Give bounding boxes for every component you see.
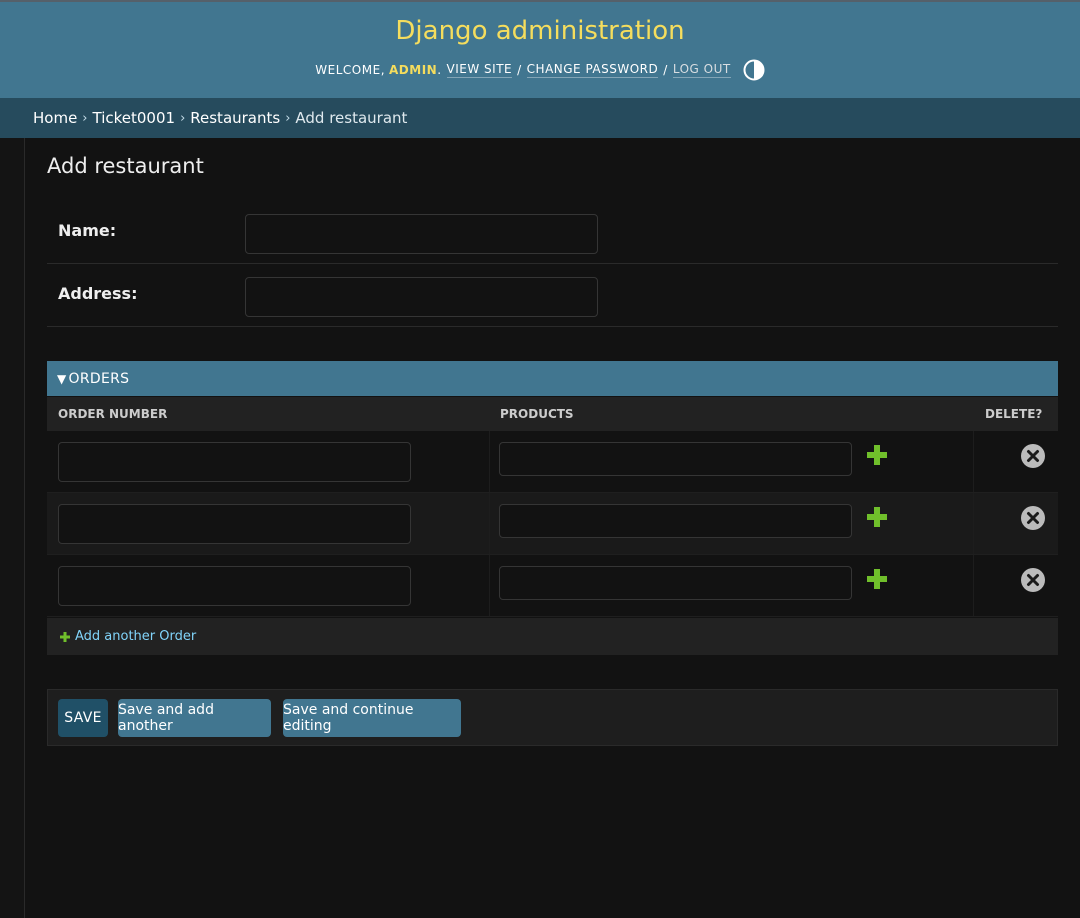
address-label: Address: — [58, 284, 138, 303]
save-and-continue-editing-button[interactable]: Save and continue editing — [283, 699, 461, 737]
delete-row-button[interactable] — [1020, 567, 1046, 593]
inline-group-title: ORDERS — [68, 370, 130, 387]
column-divider — [489, 431, 490, 492]
breadcrumb-separator: › — [82, 110, 88, 126]
breadcrumb-separator: › — [285, 110, 291, 126]
contrast-half-circle-icon — [743, 59, 765, 81]
table-row — [47, 431, 1058, 493]
plus-icon — [867, 445, 887, 465]
save-button[interactable]: SAVE — [58, 699, 108, 737]
save-and-add-another-button[interactable]: Save and add another — [118, 699, 271, 737]
separator: / — [663, 63, 668, 77]
products-input[interactable] — [499, 504, 852, 538]
close-circle-icon — [1021, 506, 1045, 530]
address-input[interactable] — [245, 277, 598, 317]
submit-row: SAVE Save and add another Save and conti… — [47, 689, 1058, 746]
breadcrumb-home[interactable]: Home — [33, 109, 77, 127]
view-site-link[interactable]: VIEW SITE — [446, 62, 513, 78]
plus-icon — [867, 507, 887, 527]
user-tools: WELCOME, ADMIN . VIEW SITE / CHANGE PASS… — [0, 59, 1080, 81]
add-related-product-button[interactable] — [865, 505, 889, 529]
separator: / — [517, 63, 522, 77]
form-row-name: Name: — [47, 201, 1058, 264]
username-suffix: . — [437, 63, 442, 77]
log-out-button[interactable]: LOG OUT — [672, 62, 731, 78]
products-input[interactable] — [499, 442, 852, 476]
add-another-order-link[interactable]: Add another Order — [47, 618, 1058, 655]
welcome-text: WELCOME, — [315, 63, 386, 77]
order-number-input[interactable] — [58, 566, 411, 606]
inline-group-header[interactable]: ▼ ORDERS — [47, 361, 1058, 396]
add-another-order-label: Add another Order — [75, 629, 197, 644]
add-related-product-button[interactable] — [865, 567, 889, 591]
theme-toggle-button[interactable] — [743, 59, 765, 81]
triangle-down-icon: ▼ — [57, 371, 67, 386]
column-header-delete: DELETE? — [985, 407, 1043, 421]
column-divider — [973, 493, 974, 554]
order-number-input[interactable] — [58, 504, 411, 544]
table-row — [47, 493, 1058, 555]
breadcrumb-model[interactable]: Restaurants — [190, 109, 280, 127]
delete-row-button[interactable] — [1020, 505, 1046, 531]
breadcrumb-separator: › — [180, 110, 186, 126]
header: Django administration WELCOME, ADMIN . V… — [0, 0, 1080, 98]
page-title: Add restaurant — [47, 154, 204, 178]
table-row — [47, 555, 1058, 617]
breadcrumb-app[interactable]: Ticket0001 — [93, 109, 176, 127]
username: ADMIN — [389, 63, 438, 77]
close-circle-icon — [1021, 568, 1045, 592]
delete-row-button[interactable] — [1020, 443, 1046, 469]
breadcrumb-current: Add restaurant — [295, 109, 408, 127]
column-divider — [489, 493, 490, 554]
plus-icon — [60, 631, 70, 642]
site-title[interactable]: Django administration — [0, 16, 1080, 46]
form-row-address: Address: — [47, 264, 1058, 327]
column-divider — [973, 555, 974, 616]
order-number-input[interactable] — [58, 442, 411, 482]
inline-table-header: ORDER NUMBER PRODUCTS DELETE? — [47, 397, 1058, 431]
column-header-products: PRODUCTS — [500, 407, 574, 421]
plus-icon — [867, 569, 887, 589]
column-divider — [489, 555, 490, 616]
name-input[interactable] — [245, 214, 598, 254]
column-divider — [973, 431, 974, 492]
close-circle-icon — [1021, 444, 1045, 468]
breadcrumb: Home › Ticket0001 › Restaurants › Add re… — [0, 98, 1080, 138]
products-input[interactable] — [499, 566, 852, 600]
nav-sidebar-toggle[interactable] — [0, 138, 25, 918]
change-password-link[interactable]: CHANGE PASSWORD — [526, 62, 659, 78]
name-label: Name: — [58, 221, 117, 240]
add-related-product-button[interactable] — [865, 443, 889, 467]
column-header-order-number: ORDER NUMBER — [58, 407, 168, 421]
